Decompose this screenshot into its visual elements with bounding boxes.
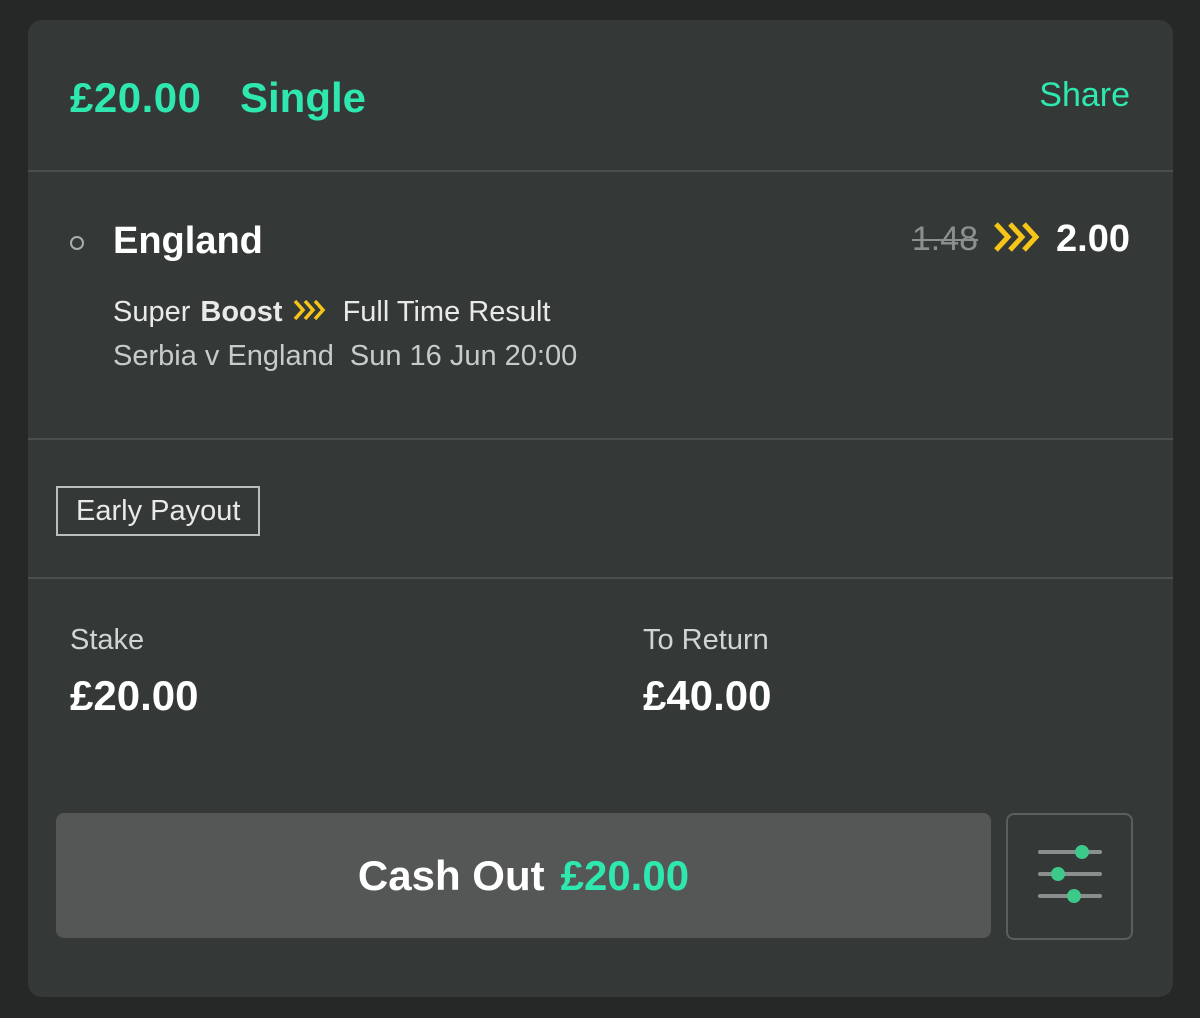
bet-card: £20.00 Single Share England 1.48 2.00 Su… [28,20,1173,997]
stake-value: £20.00 [70,672,199,719]
new-odds: 2.00 [1056,218,1130,260]
cash-out-button[interactable]: Cash Out £20.00 [56,813,991,938]
to-return-label: To Return [643,624,769,656]
cash-out-value: £20.00 [560,851,690,899]
boost-prefix: Super [113,296,191,328]
bet-amount: £20.00 [70,74,202,121]
boost-word: Boost [200,296,283,328]
chevrons-right-icon [293,296,327,329]
event-time: Sun 16 Jun 20:00 [349,340,578,372]
event-line: Serbia v England Sun 16 Jun 20:00 [113,340,577,373]
event-name: Serbia v England [113,340,334,372]
to-return-value: £40.00 [643,672,772,719]
odds-display: 1.48 2.00 [912,218,1130,261]
radio-circle-icon [70,236,84,250]
early-payout-section: Early Payout [28,440,1173,578]
stake-label: Stake [70,624,145,656]
cash-out-label: Cash Out [357,851,545,899]
market-name: Full Time Result [342,296,551,328]
bet-type: Single [240,74,367,121]
market-line: Super Boost Full Time Result [113,296,550,329]
chevrons-right-icon [994,222,1040,257]
stake-return-section: Stake £20.00 To Return £40.00 [28,580,1173,780]
cash-out-settings-button[interactable] [1006,813,1133,940]
selection-name: England [113,220,263,262]
share-link[interactable]: Share [1039,76,1130,115]
divider [28,577,1173,579]
sliders-icon [1037,844,1102,909]
old-odds: 1.48 [911,220,979,258]
bet-header: £20.00 Single Share [28,20,1173,172]
early-payout-badge: Early Payout [56,486,261,536]
selection-row: England 1.48 2.00 Super Boost Full Time … [28,172,1173,438]
